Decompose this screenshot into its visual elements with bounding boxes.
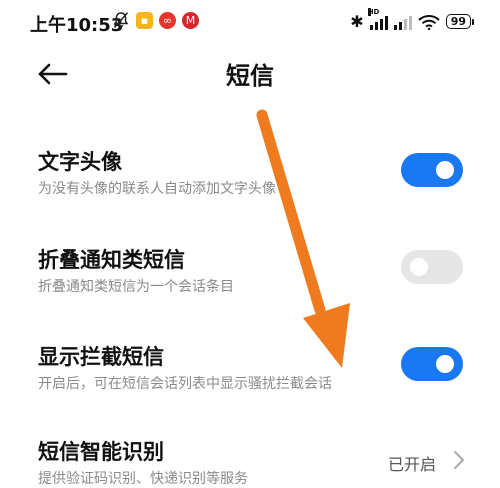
- status-notification-icons: ▪ ∞ M: [112, 12, 199, 29]
- hd-label: HD: [367, 7, 380, 16]
- fold-notification-toggle[interactable]: [401, 250, 463, 284]
- setting-show-blocked-sms[interactable]: 显示拦截短信 开启后，可在短信会话列表中显示骚扰拦截会话: [0, 333, 500, 403]
- setting-value: 已开启: [387, 455, 436, 474]
- battery-level: 99: [445, 14, 471, 29]
- app-notification-bank-icon: M: [182, 12, 199, 29]
- setting-subtitle: 为没有头像的联系人自动添加文字头像: [38, 181, 276, 197]
- text-avatar-toggle[interactable]: [401, 153, 463, 187]
- header: 短信: [0, 42, 500, 104]
- setting-subtitle: 折叠通知类短信为一个会话条目: [38, 279, 234, 295]
- setting-fold-notification-sms[interactable]: 折叠通知类短信 折叠通知类短信为一个会话条目: [0, 236, 500, 306]
- status-time: 上午10:53: [30, 15, 124, 36]
- battery-icon: 99: [445, 14, 474, 29]
- status-system-icons: ✱ HD 99: [350, 7, 474, 31]
- setting-title: 显示拦截短信: [38, 345, 164, 369]
- setting-title: 短信智能识别: [38, 440, 164, 464]
- setting-title: 文字头像: [38, 150, 122, 174]
- bell-off-icon: [112, 12, 130, 29]
- chevron-right-icon: [454, 451, 464, 469]
- setting-smart-recognition[interactable]: 短信智能识别 提供验证码识别、快递识别等服务 已开启: [0, 428, 500, 488]
- app-notification-red-icon: ∞: [159, 12, 176, 29]
- signal-strength-icon: HD: [367, 7, 388, 30]
- setting-text-avatar[interactable]: 文字头像 为没有头像的联系人自动添加文字头像: [0, 138, 500, 208]
- status-bar: 上午10:53 ▪ ∞ M ✱ HD 99: [0, 0, 500, 42]
- wifi-icon: [417, 14, 440, 30]
- app-notification-yellow-icon: ▪: [136, 12, 153, 29]
- signal-strength-2-icon: [393, 14, 412, 30]
- setting-title: 折叠通知类短信: [38, 248, 185, 272]
- setting-subtitle: 提供验证码识别、快递识别等服务: [38, 471, 248, 487]
- bluetooth-icon: ✱: [350, 12, 364, 31]
- show-blocked-toggle[interactable]: [401, 347, 463, 381]
- page-title: 短信: [226, 62, 274, 90]
- setting-subtitle: 开启后，可在短信会话列表中显示骚扰拦截会话: [38, 376, 332, 392]
